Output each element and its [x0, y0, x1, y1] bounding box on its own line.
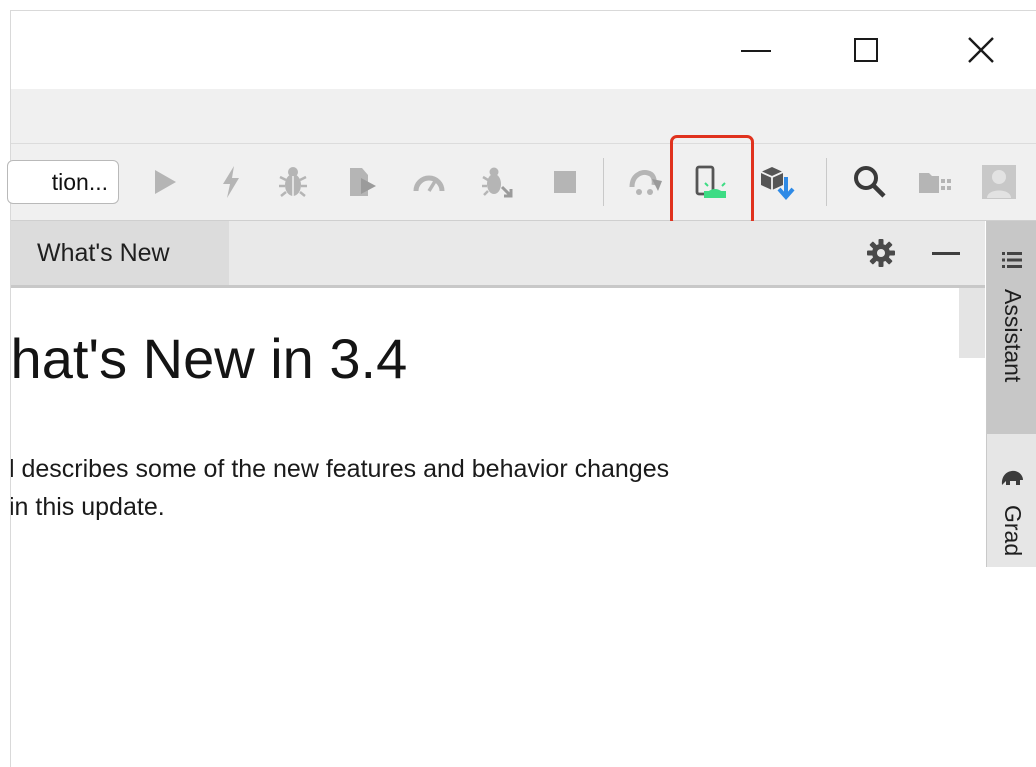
description-line: l describes some of the new features and… [11, 455, 670, 483]
page-title: /hat's New in 3.4 [11, 327, 408, 390]
tab-whats-new-label: What's New [37, 238, 170, 267]
project-structure-icon [919, 173, 951, 193]
hide-icon [932, 251, 960, 255]
run-with-coverage-icon [350, 168, 376, 196]
scrollbar-thumb[interactable] [959, 288, 985, 358]
avd-manager-button[interactable] [687, 158, 735, 206]
run-icon [155, 170, 176, 194]
sync-project-icon [629, 170, 662, 195]
debug-button[interactable] [269, 158, 317, 206]
stop-button[interactable] [541, 158, 589, 206]
run-configuration-dropdown[interactable]: tion... [7, 160, 119, 204]
whats-new-content: /hat's New in 3.4 l describes some of th… [11, 288, 985, 767]
minimize-button[interactable] [716, 11, 796, 89]
side-tab-gradle[interactable]: Grad [987, 445, 1036, 567]
toolbar-separator [603, 158, 604, 206]
tool-window-header: What's New [11, 221, 985, 288]
settings-button[interactable] [863, 235, 899, 271]
user-icon [982, 165, 1016, 199]
attach-debugger-button[interactable] [473, 158, 521, 206]
user-account-button[interactable] [975, 158, 1023, 206]
close-icon [968, 37, 994, 63]
minimize-icon [741, 50, 771, 52]
profile-icon [413, 175, 445, 192]
sdk-manager-button[interactable] [753, 158, 801, 206]
main-toolbar: tion... [7, 135, 1036, 227]
elephant-icon [1001, 470, 1023, 485]
side-tab-assistant-label: Assistant [1000, 289, 1026, 383]
description-line: in this update. [11, 493, 165, 521]
sdk-manager-icon [760, 167, 795, 201]
maximize-button[interactable] [826, 11, 906, 89]
close-button[interactable] [941, 11, 1021, 89]
page-description: l describes some of the new features and… [11, 450, 909, 526]
run-configuration-label: tion... [51, 168, 108, 195]
search-icon [854, 166, 886, 198]
title-bar [11, 11, 1036, 89]
avd-manager-icon [695, 165, 726, 198]
run-button[interactable] [141, 158, 189, 206]
debug-icon [279, 167, 307, 197]
side-tab-gradle-label: Grad [1000, 505, 1026, 557]
project-structure-button[interactable] [911, 158, 959, 206]
gear-icon [867, 239, 895, 267]
run-with-coverage-button[interactable] [337, 158, 385, 206]
list-icon [1002, 252, 1022, 268]
hide-tool-window-button[interactable] [928, 235, 964, 271]
tab-whats-new[interactable]: What's New [11, 221, 229, 285]
menu-bar [11, 89, 1036, 144]
stop-icon [554, 171, 576, 193]
apply-changes-button[interactable] [207, 158, 255, 206]
profile-button[interactable] [405, 158, 453, 206]
toolbar-separator [826, 158, 827, 206]
side-tab-assistant[interactable]: Assistant [987, 221, 1036, 434]
right-tool-strip: Assistant Grad [986, 221, 1036, 567]
apply-changes-icon [223, 166, 239, 198]
search-everywhere-button[interactable] [846, 158, 894, 206]
maximize-icon [854, 38, 878, 62]
attach-debugger-icon [482, 167, 513, 198]
sync-project-button[interactable] [622, 158, 670, 206]
